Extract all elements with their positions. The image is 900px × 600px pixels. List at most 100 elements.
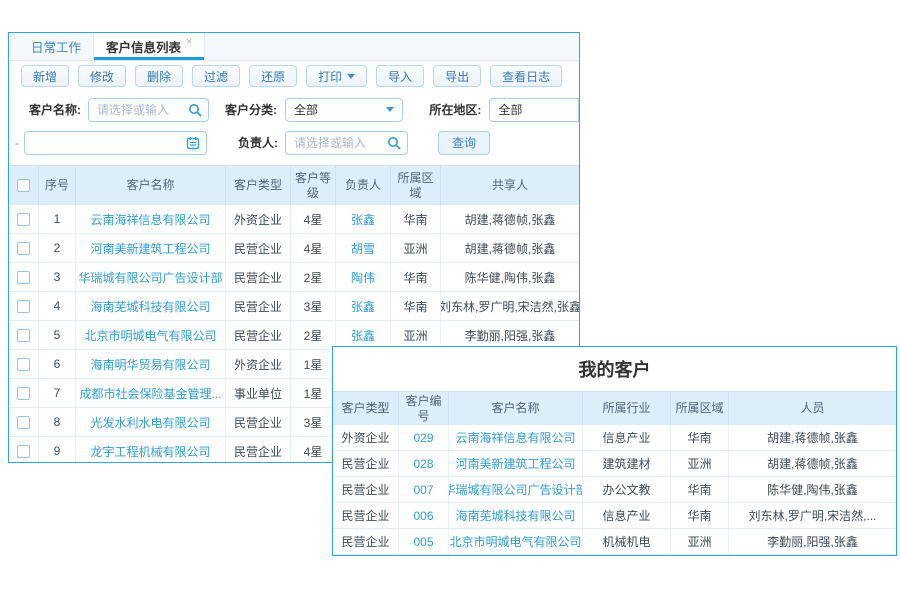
shared-people: 刘东林,罗广明,宋洁然,张鑫 [441,292,579,320]
customer-level: 4星 [291,205,336,233]
customer-type: 民营企业 [226,292,291,320]
customer-level: 1星 [291,379,336,407]
customer-category-label: 客户分类: [225,101,277,118]
customer-name-link[interactable]: 云南海祥信息有限公司 [449,425,583,450]
view-log-button[interactable]: 查看日志 [490,65,562,87]
row-checkbox[interactable] [17,300,30,313]
customer-name-link[interactable]: 成都市社会保险基金管理... [76,379,226,407]
header-customer-type: 客户类型 [226,165,291,205]
tab-daily-work[interactable]: 日常工作 [19,33,93,60]
calendar-icon[interactable] [186,136,200,153]
row-checkbox-cell [9,321,39,349]
row-checkbox-cell [9,350,39,378]
filter-row-1: 客户名称: 客户分类: 全部 所在地区: 全部 [9,93,579,126]
row-checkbox[interactable] [17,416,30,429]
print-button[interactable]: 打印 [306,65,367,87]
customer-name-link[interactable]: 华瑞城有限公司广告设计部 [449,477,583,502]
customer-code-link[interactable]: 007 [399,477,449,502]
query-button[interactable]: 查询 [438,131,490,155]
customer-type: 外资企业 [226,350,291,378]
tab-customer-list[interactable]: 客户信息列表 × [93,33,205,60]
restore-button[interactable]: 还原 [249,65,297,87]
header-code: 客户编号 [399,391,449,425]
customer-name-link[interactable]: 云南海祥信息有限公司 [76,205,226,233]
date-field [24,131,207,155]
region: 华南 [671,477,729,502]
close-icon[interactable]: × [186,36,192,48]
region: 亚洲 [671,529,729,554]
tab-label: 客户信息列表 [106,37,181,56]
customer-code-link[interactable]: 006 [399,503,449,528]
shared-people: 胡建,蒋德帧,张鑫 [441,205,579,233]
customer-table-header: 序号 客户名称 客户类型 客户等级 负责人 所属区域 共享人 [9,165,579,205]
customer-name-link[interactable]: 河南美新建筑工程公司 [76,234,226,262]
owner-link[interactable]: 张鑫 [336,321,391,349]
owner-filter-label: 负责人: [238,134,278,151]
customer-name-link[interactable]: 华瑞城有限公司广告设计部 [76,263,226,291]
customer-level: 4星 [291,234,336,262]
header-personnel: 人员 [729,391,896,425]
customer-name-link[interactable]: 河南美新建筑工程公司 [449,451,583,476]
customer-name-link[interactable]: 海南明华贸易有限公司 [76,350,226,378]
customer-code-link[interactable]: 005 [399,529,449,554]
row-checkbox[interactable] [17,242,30,255]
district-select[interactable]: 全部 [489,98,579,122]
desktop: 日常工作 客户信息列表 × 新增 修改 删除 过滤 还原 打印 导入 导出 查看… [0,0,900,600]
date-input[interactable] [25,132,206,154]
search-icon[interactable] [387,136,401,153]
header-type: 客户类型 [333,391,399,425]
owner-link[interactable]: 胡雪 [336,234,391,262]
row-checkbox[interactable] [17,358,30,371]
row-checkbox[interactable] [17,213,30,226]
tab-bar: 日常工作 客户信息列表 × [9,33,579,61]
industry: 办公文教 [583,477,671,502]
customer-name-link[interactable]: 海南芜城科技有限公司 [76,292,226,320]
customer-type: 民营企业 [226,263,291,291]
customer-code-link[interactable]: 029 [399,425,449,450]
customer-name-link[interactable]: 北京市明城电气有限公司 [449,529,583,554]
list-item: 民营企业005北京市明城电气有限公司机械机电亚洲李勤丽,阳强,张鑫 [333,529,896,555]
customer-category-value: 全部 [294,101,318,118]
owner-link[interactable]: 张鑫 [336,205,391,233]
customer-level: 1星 [291,350,336,378]
row-index: 4 [39,292,76,320]
row-checkbox[interactable] [17,445,30,458]
row-checkbox[interactable] [17,329,30,342]
import-button[interactable]: 导入 [376,65,424,87]
customer-type: 民营企业 [226,437,291,463]
header-region: 所属区域 [391,165,441,205]
owner-link[interactable]: 陶伟 [336,263,391,291]
customer-level: 3星 [291,292,336,320]
row-checkbox-cell [9,408,39,436]
my-customers-body: 外资企业029云南海祥信息有限公司信息产业华南胡建,蒋德帧,张鑫民营企业028河… [333,425,896,555]
row-index: 1 [39,205,76,233]
header-name: 客户名称 [449,391,583,425]
row-checkbox[interactable] [17,271,30,284]
edit-button[interactable]: 修改 [78,65,126,87]
customer-type: 民营企业 [333,529,399,554]
customer-name-link[interactable]: 光发水利水电有限公司 [76,408,226,436]
customer-category-select[interactable]: 全部 [285,98,403,122]
customer-name-link[interactable]: 海南芜城科技有限公司 [449,503,583,528]
select-all-checkbox[interactable] [17,179,30,192]
row-checkbox[interactable] [17,387,30,400]
export-button[interactable]: 导出 [433,65,481,87]
customer-type: 事业单位 [226,379,291,407]
search-icon[interactable] [188,103,202,120]
delete-button[interactable]: 删除 [135,65,183,87]
customer-type: 民营企业 [333,477,399,502]
owner-link[interactable]: 张鑫 [336,292,391,320]
add-button[interactable]: 新增 [21,65,69,87]
header-industry: 所属行业 [583,391,671,425]
customer-name-link[interactable]: 北京市明城电气有限公司 [76,321,226,349]
my-customers-header: 客户类型 客户编号 客户名称 所属行业 所属区域 人员 [333,391,896,425]
filter-button[interactable]: 过滤 [192,65,240,87]
row-index: 3 [39,263,76,291]
row-index: 2 [39,234,76,262]
customer-type: 民营企业 [333,503,399,528]
customer-level: 4星 [291,437,336,463]
region: 华南 [671,425,729,450]
customer-code-link[interactable]: 028 [399,451,449,476]
customer-name-link[interactable]: 龙宇工程机械有限公司 [76,437,226,463]
table-row: 1云南海祥信息有限公司外资企业4星张鑫华南胡建,蒋德帧,张鑫 [9,205,579,234]
